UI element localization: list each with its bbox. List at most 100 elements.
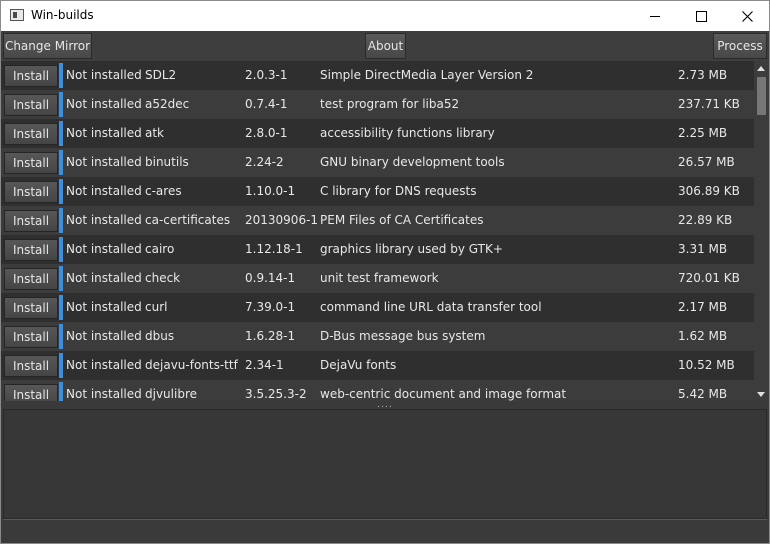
package-description: GNU binary development tools [320, 155, 505, 169]
package-name: curl [145, 300, 168, 314]
package-status: Not installed [66, 68, 142, 82]
about-button[interactable]: About [365, 33, 406, 59]
maximize-icon [695, 10, 707, 22]
package-name: c-ares [145, 184, 182, 198]
process-button[interactable]: Process [713, 33, 767, 59]
status-marker [59, 353, 63, 378]
install-button[interactable]: Install [4, 152, 58, 174]
package-row[interactable]: Install Not installed dejavu-fonts-ttf 2.34… [1, 351, 754, 380]
package-status: Not installed [66, 184, 142, 198]
list-scrollbar[interactable] [754, 61, 769, 401]
package-version: 3.5.25.3-2 [245, 387, 307, 401]
change-mirror-button[interactable]: Change Mirror [3, 33, 92, 59]
package-status: Not installed [66, 271, 142, 285]
package-row[interactable]: Install Not installed atk 2.8.0-1 accessibil… [1, 119, 754, 148]
package-version: 0.7.4-1 [245, 97, 288, 111]
minimize-button[interactable] [632, 1, 678, 31]
package-size: 2.73 MB [678, 68, 728, 82]
package-version: 2.0.3-1 [245, 68, 288, 82]
package-row[interactable]: Install Not installed djvulibre 3.5.25.3-2 w… [1, 380, 754, 401]
package-row[interactable]: Install Not installed dbus 1.6.28-1 D-Bus me… [1, 322, 754, 351]
package-row[interactable]: Install Not installed ca-certificates 20130… [1, 206, 754, 235]
package-size: 1.62 MB [678, 329, 728, 343]
package-name: a52dec [145, 97, 190, 111]
package-status: Not installed [66, 358, 142, 372]
install-button[interactable]: Install [4, 239, 58, 261]
package-name: check [145, 271, 181, 285]
package-version: 1.10.0-1 [245, 184, 296, 198]
status-marker [59, 266, 63, 291]
title-bar[interactable]: Win-builds [1, 1, 769, 31]
package-status: Not installed [66, 329, 142, 343]
scroll-down-arrow-icon[interactable] [757, 392, 765, 397]
package-description: Simple DirectMedia Layer Version 2 [320, 68, 534, 82]
package-version: 7.39.0-1 [245, 300, 296, 314]
status-marker [59, 208, 63, 233]
package-status: Not installed [66, 97, 142, 111]
package-size: 2.17 MB [678, 300, 728, 314]
package-description: command line URL data transfer tool [320, 300, 542, 314]
status-marker [59, 382, 63, 401]
status-marker [59, 179, 63, 204]
install-button[interactable]: Install [4, 355, 58, 377]
package-status: Not installed [66, 213, 142, 227]
package-description: DejaVu fonts [320, 358, 397, 372]
package-size: 720.01 KB [678, 271, 740, 285]
package-status: Not installed [66, 242, 142, 256]
package-name: dbus [145, 329, 175, 343]
package-version: 2.8.0-1 [245, 126, 288, 140]
status-marker [59, 324, 63, 349]
package-status: Not installed [66, 387, 142, 401]
package-description: PEM Files of CA Certificates [320, 213, 484, 227]
package-list: Install Not installed SDL2 2.0.3-1 Simple Di… [1, 61, 754, 401]
package-version: 2.24-2 [245, 155, 284, 169]
package-size: 306.89 KB [678, 184, 740, 198]
install-button[interactable]: Install [4, 94, 58, 116]
package-row[interactable]: Install Not installed curl 7.39.0-1 command … [1, 293, 754, 322]
minimize-icon [650, 15, 660, 17]
install-button[interactable]: Install [4, 297, 58, 319]
package-row[interactable]: Install Not installed c-ares 1.10.0-1 C libr… [1, 177, 754, 206]
package-size: 3.31 MB [678, 242, 728, 256]
package-row[interactable]: Install Not installed check 0.9.14-1 unit te… [1, 264, 754, 293]
app-window: Win-builds Change Mirror About Process I… [0, 0, 770, 544]
install-button[interactable]: Install [4, 210, 58, 232]
status-marker [59, 63, 63, 88]
package-version: 2.34-1 [245, 358, 284, 372]
status-marker [59, 237, 63, 262]
package-row[interactable]: Install Not installed cairo 1.12.18-1 graphi… [1, 235, 754, 264]
package-description: web-centric document and image format [320, 387, 567, 401]
status-marker [59, 295, 63, 320]
pane-splitter[interactable]: .... [1, 401, 769, 410]
install-button[interactable]: Install [4, 384, 58, 401]
package-version: 1.6.28-1 [245, 329, 296, 343]
install-button[interactable]: Install [4, 326, 58, 348]
window-title: Win-builds [31, 8, 94, 22]
status-marker [59, 121, 63, 146]
scroll-up-arrow-icon[interactable] [757, 66, 765, 71]
package-name: cairo [145, 242, 175, 256]
maximize-button[interactable] [678, 1, 724, 31]
package-name: atk [145, 126, 165, 140]
package-version: 0.9.14-1 [245, 271, 296, 285]
log-pane [3, 409, 767, 519]
package-size: 2.25 MB [678, 126, 728, 140]
package-size: 22.89 KB [678, 213, 733, 227]
install-button[interactable]: Install [4, 123, 58, 145]
close-button[interactable] [724, 1, 769, 31]
install-button[interactable]: Install [4, 181, 58, 203]
package-name: SDL2 [145, 68, 177, 82]
package-row[interactable]: Install Not installed binutils 2.24-2 GNU bi… [1, 148, 754, 177]
package-status: Not installed [66, 126, 142, 140]
install-button[interactable]: Install [4, 268, 58, 290]
package-name: dejavu-fonts-ttf [145, 358, 238, 372]
package-description: test program for liba52 [320, 97, 460, 111]
package-size: 237.71 KB [678, 97, 740, 111]
install-button[interactable]: Install [4, 65, 58, 87]
package-description: D-Bus message bus system [320, 329, 486, 343]
package-row[interactable]: Install Not installed a52dec 0.7.4-1 test pr… [1, 90, 754, 119]
package-row[interactable]: Install Not installed SDL2 2.0.3-1 Simple Di… [1, 61, 754, 90]
package-description: unit test framework [320, 271, 439, 285]
scrollbar-thumb[interactable] [757, 77, 766, 115]
status-marker [59, 150, 63, 175]
